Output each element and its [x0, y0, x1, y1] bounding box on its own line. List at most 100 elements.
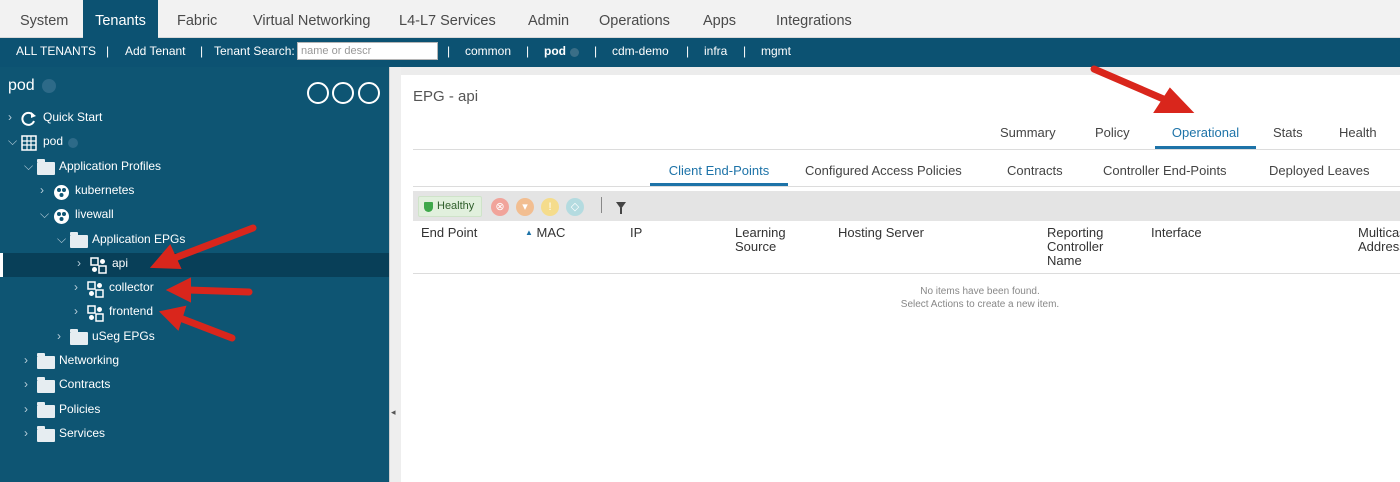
tree-item-application-epgs[interactable]: ⌵ Application EPGs [0, 229, 389, 253]
nav-operations[interactable]: Operations [599, 0, 670, 38]
subtab-controller-end-points[interactable]: Controller End-Points [1103, 163, 1227, 186]
chevron-down-icon[interactable]: ⌵ [24, 159, 33, 174]
tree-item-quick-start[interactable]: › Quick Start [0, 107, 389, 131]
subtab-configured-access-policies[interactable]: Configured Access Policies [805, 163, 962, 186]
tree-item-collector[interactable]: › collector [0, 277, 389, 301]
nav-l4-l7-services[interactable]: L4-L7 Services [399, 0, 496, 38]
tree-item-label: Application Profiles [59, 158, 162, 173]
nav-admin[interactable]: Admin [528, 0, 569, 38]
tree-item-label: Policies [59, 401, 101, 416]
col-reporting-controller-name[interactable]: Reporting Controller Name [1047, 226, 1127, 268]
warning-filter-icon[interactable]: ◇ [566, 198, 584, 216]
empty-state-message: No items have been found. [920, 286, 1040, 297]
tab-summary[interactable]: Summary [1000, 125, 1056, 149]
tree-item-application-profiles[interactable]: ⌵ Application Profiles [0, 156, 389, 180]
tree-item-contracts[interactable]: › Contracts [0, 374, 389, 398]
nav-tenants[interactable]: Tenants [83, 0, 158, 38]
tree-item-policies[interactable]: › Policies [0, 399, 389, 423]
chevron-right-icon[interactable]: › [24, 426, 28, 440]
filter-icon[interactable] [616, 202, 626, 214]
chevron-down-icon[interactable]: ⌵ [40, 207, 49, 222]
chevron-right-icon[interactable]: › [24, 402, 28, 416]
chevron-right-icon[interactable]: › [77, 256, 81, 270]
collapse-tree-icon[interactable] [307, 82, 329, 104]
tab-stats[interactable]: Stats [1273, 125, 1303, 149]
tree-item-api[interactable]: › api [0, 252, 389, 279]
top-nav: System Tenants Fabric Virtual Networking… [0, 0, 1400, 38]
col-multicast-address[interactable]: Multicast Address [1358, 226, 1400, 254]
epg-icon [90, 257, 107, 279]
chevron-right-icon[interactable]: › [24, 377, 28, 391]
chevron-right-icon[interactable]: › [57, 329, 61, 343]
all-tenants-link[interactable]: ALL TENANTS [16, 38, 96, 67]
app-profile-icon [53, 184, 70, 206]
subtab-contracts[interactable]: Contracts [1007, 163, 1063, 186]
critical-filter-icon[interactable]: ⊗ [491, 198, 509, 216]
epg-detail-panel: EPG - api Summary Policy Operational Sta… [401, 67, 1400, 482]
subtab-client-end-points[interactable]: Client End-Points [650, 163, 788, 186]
chevron-down-icon[interactable]: ⌵ [57, 232, 66, 247]
tab-policy[interactable]: Policy [1095, 125, 1130, 149]
tree-item-label: pod [43, 134, 64, 149]
folder-icon [70, 231, 88, 248]
tree-item-pod[interactable]: ⌵ pod [0, 131, 389, 155]
subnav-separator: | [594, 44, 598, 58]
tree-item-livewall[interactable]: ⌵ livewall [0, 204, 389, 228]
page-title: EPG - api [413, 88, 479, 105]
tree-item-services[interactable]: › Services [0, 423, 389, 447]
tree-item-label: Contracts [59, 377, 111, 392]
chevron-right-icon[interactable]: › [8, 110, 12, 124]
chevron-right-icon[interactable]: › [24, 353, 28, 367]
folder-icon [70, 328, 88, 345]
collapse-arrow-icon: ◂ [391, 407, 396, 417]
health-filter-healthy[interactable]: Healthy [418, 196, 482, 217]
tree-item-label: Services [59, 425, 106, 440]
tree-item-kubernetes[interactable]: › kubernetes [0, 180, 389, 204]
nav-integrations[interactable]: Integrations [776, 0, 852, 38]
tree-item-label: kubernetes [75, 182, 135, 197]
tenant-link-common[interactable]: common [465, 38, 511, 67]
quick-start-icon [21, 111, 37, 132]
subtab-deployed-leaves[interactable]: Deployed Leaves [1269, 163, 1369, 186]
minor-filter-icon[interactable]: ! [541, 198, 559, 216]
chevron-down-icon[interactable]: ⌵ [8, 134, 17, 149]
col-mac[interactable]: ▲ MAC [525, 226, 565, 242]
tab-operational[interactable]: Operational [1155, 125, 1256, 149]
tree-item-frontend[interactable]: › frontend [0, 301, 389, 325]
tenant-link-infra[interactable]: infra [704, 38, 727, 67]
subnav-separator: | [200, 44, 204, 58]
tree-item-networking[interactable]: › Networking [0, 350, 389, 374]
col-ip[interactable]: IP [630, 226, 642, 240]
toolbar-divider [601, 197, 602, 213]
subtab-divider [413, 186, 1400, 187]
nav-virtual-networking[interactable]: Virtual Networking [253, 0, 370, 38]
tenant-link-mgmt[interactable]: mgmt [761, 38, 791, 67]
col-learning-source[interactable]: Learning Source [735, 226, 815, 254]
tenant-link-cdm-demo[interactable]: cdm-demo [612, 38, 669, 67]
nav-system[interactable]: System [20, 0, 68, 38]
col-hosting-server[interactable]: Hosting Server [838, 226, 924, 240]
tree-item-useg-epgs[interactable]: › uSeg EPGs [0, 326, 389, 350]
subnav-separator: | [526, 44, 530, 58]
chevron-right-icon[interactable]: › [40, 183, 44, 197]
app-profile-icon [53, 208, 70, 230]
major-filter-icon[interactable]: ▾ [516, 198, 534, 216]
panel-resize-handle[interactable]: ◂ [389, 67, 401, 482]
tree-item-label: frontend [109, 304, 154, 319]
tenant-subnav: ALL TENANTS | Add Tenant | Tenant Search… [0, 38, 1400, 67]
nav-fabric[interactable]: Fabric [177, 0, 217, 38]
chevron-right-icon[interactable]: › [74, 280, 78, 294]
col-end-point[interactable]: End Point [421, 226, 477, 240]
add-tenant-link[interactable]: Add Tenant [125, 38, 186, 67]
chevron-right-icon[interactable]: › [74, 304, 78, 318]
subnav-separator: | [447, 44, 451, 58]
folder-icon [37, 377, 55, 394]
refresh-icon[interactable] [358, 82, 380, 104]
tenant-link-pod[interactable]: pod [544, 38, 566, 67]
col-interface[interactable]: Interface [1151, 226, 1202, 240]
tab-health[interactable]: Health [1339, 125, 1377, 149]
tenant-search-input[interactable]: name or descr [297, 42, 438, 60]
nav-apps[interactable]: Apps [703, 0, 736, 38]
subnav-separator: | [106, 44, 110, 58]
list-view-icon[interactable] [332, 82, 354, 104]
